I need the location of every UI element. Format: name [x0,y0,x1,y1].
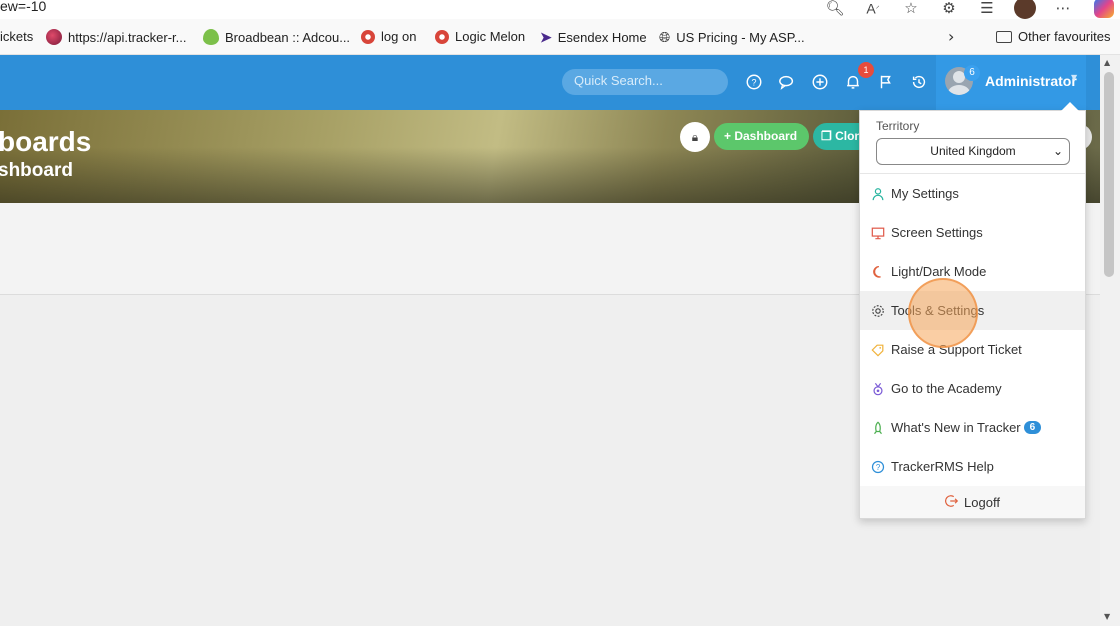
bookmark-label: https://api.tracker-r... [68,29,187,45]
bookmark-item[interactable]: ➤ Esendex Home [540,29,647,46]
menu-item-trackerrms-help[interactable]: ? TrackerRMS Help [860,447,1085,486]
profile-avatar[interactable] [1014,0,1036,19]
tag-icon [870,342,886,358]
page-title: boards [0,126,92,157]
logicmelon-icon [361,29,375,44]
notification-badge: 1 [858,62,874,78]
bean-icon [203,29,219,45]
menu-item-label: My Settings [891,186,959,201]
bookmark-label: ickets [0,29,34,44]
chevron-down-icon: ⌄ [1052,144,1063,158]
avatar-badge: 6 [964,65,980,81]
menu-item-my-settings[interactable]: My Settings [860,174,1085,213]
menu-pointer-arrow [1061,102,1079,111]
bookmark-label: Esendex Home [557,30,647,45]
bookmarks-bar: ickets https://api.tracker-r... Broadbea… [0,19,1120,55]
esendex-icon: ➤ [540,29,552,45]
menu-item-screen-settings[interactable]: Screen Settings [860,213,1085,252]
territory-select[interactable]: United Kingdom ⌄ [876,138,1070,165]
other-favourites[interactable]: Other favourites [996,29,1111,44]
grape-icon [46,29,62,45]
globe-icon: 🌐︎ [659,29,671,45]
menu-item-label: Screen Settings [891,225,983,240]
svg-text:?: ? [751,78,756,88]
more-options-icon[interactable]: ⋯ [1044,0,1082,17]
bookmark-item[interactable]: Logic Melon [435,29,525,44]
scroll-down-icon[interactable]: ▼ [1104,612,1110,621]
menu-item-raise-support-ticket[interactable]: Raise a Support Ticket [860,330,1085,369]
caret-down-icon[interactable]: ▼ [1071,73,1077,82]
bookmark-label: Broadbean :: Adcou... [225,29,351,45]
help-circle-icon: ? [870,459,886,475]
user-name-label[interactable]: Administrator [985,73,1077,89]
chevron-right-icon[interactable]: › [948,27,954,46]
other-favourites-label: Other favourites [1018,29,1111,44]
logicmelon-icon [435,29,449,44]
url-text[interactable]: ew=-10 [0,0,46,14]
app-header: Quick Search... ? [0,55,1100,110]
quick-search-input[interactable]: Quick Search... [562,69,728,95]
menu-item-label: Go to the Academy [891,381,1002,396]
scroll-up-icon[interactable]: ▲ [1104,58,1110,67]
menu-item-label: What's New in Tracker [891,420,1021,435]
lock-icon: 🔒︎ [691,130,699,144]
gear-icon [870,303,886,319]
add-dashboard-button[interactable]: + Dashboard [714,123,809,150]
favorites-list-icon[interactable]: ☰ [968,0,1006,17]
bookmark-item[interactable]: Broadbean :: Adcou... [203,29,350,45]
logoff-label: Logoff [964,494,1000,510]
browser-toolbar: 🔍︎ A⸝ ☆ ⚙ ☰ ⋯ [816,0,1114,19]
clone-button-label: Clon [835,129,862,143]
zoom-icon[interactable]: 🔍︎ [816,0,854,17]
logoff-button[interactable]: Logoff [860,486,1085,518]
menu-item-light-dark-mode[interactable]: Light/Dark Mode [860,252,1085,291]
click-indicator [908,278,978,348]
browser-url-bar[interactable]: ew=-10 🔍︎ A⸝ ☆ ⚙ ☰ ⋯ [0,0,1120,19]
rocket-icon [870,420,886,436]
territory-label: Territory [876,119,920,133]
folder-icon [996,30,1012,43]
chat-icon[interactable] [777,73,797,93]
bookmark-item[interactable]: ickets [0,29,33,44]
svg-text:?: ? [876,463,881,472]
page-subtitle: shboard [0,160,73,181]
copy-icon: ❐ [821,129,836,143]
add-circle-icon[interactable] [810,73,830,93]
bookmark-item[interactable]: log on [361,29,416,44]
copilot-icon[interactable] [1094,0,1114,18]
monitor-icon [870,225,886,241]
medal-icon [870,381,886,397]
logout-icon [945,494,959,511]
history-icon[interactable] [909,73,929,93]
territory-selected-value: United Kingdom [930,144,1016,158]
menu-item-label: TrackerRMS Help [891,459,994,474]
moon-icon [870,264,886,280]
menu-item-academy[interactable]: Go to the Academy [860,369,1085,408]
lock-button[interactable]: 🔒︎ [680,122,710,152]
favorite-star-icon[interactable]: ☆ [892,0,930,17]
bookmark-label: Logic Melon [455,29,526,44]
flag-icon[interactable] [876,73,896,93]
menu-item-whats-new[interactable]: What's New in Tracker 6 [860,408,1085,447]
whats-new-count-badge: 6 [1023,421,1042,434]
scrollbar-thumb[interactable] [1104,72,1114,277]
extensions-icon[interactable]: ⚙ [930,0,968,17]
user-icon [870,186,886,202]
menu-item-label: Light/Dark Mode [891,264,987,279]
bookmark-label: US Pricing - My ASP... [676,30,805,45]
help-icon[interactable]: ? [744,73,764,93]
bookmark-item[interactable]: 🌐︎ US Pricing - My ASP... [659,29,805,46]
bookmark-item[interactable]: https://api.tracker-r... [46,29,187,45]
bookmark-label: log on [381,29,417,44]
read-aloud-icon[interactable]: A⸝ [854,0,892,16]
